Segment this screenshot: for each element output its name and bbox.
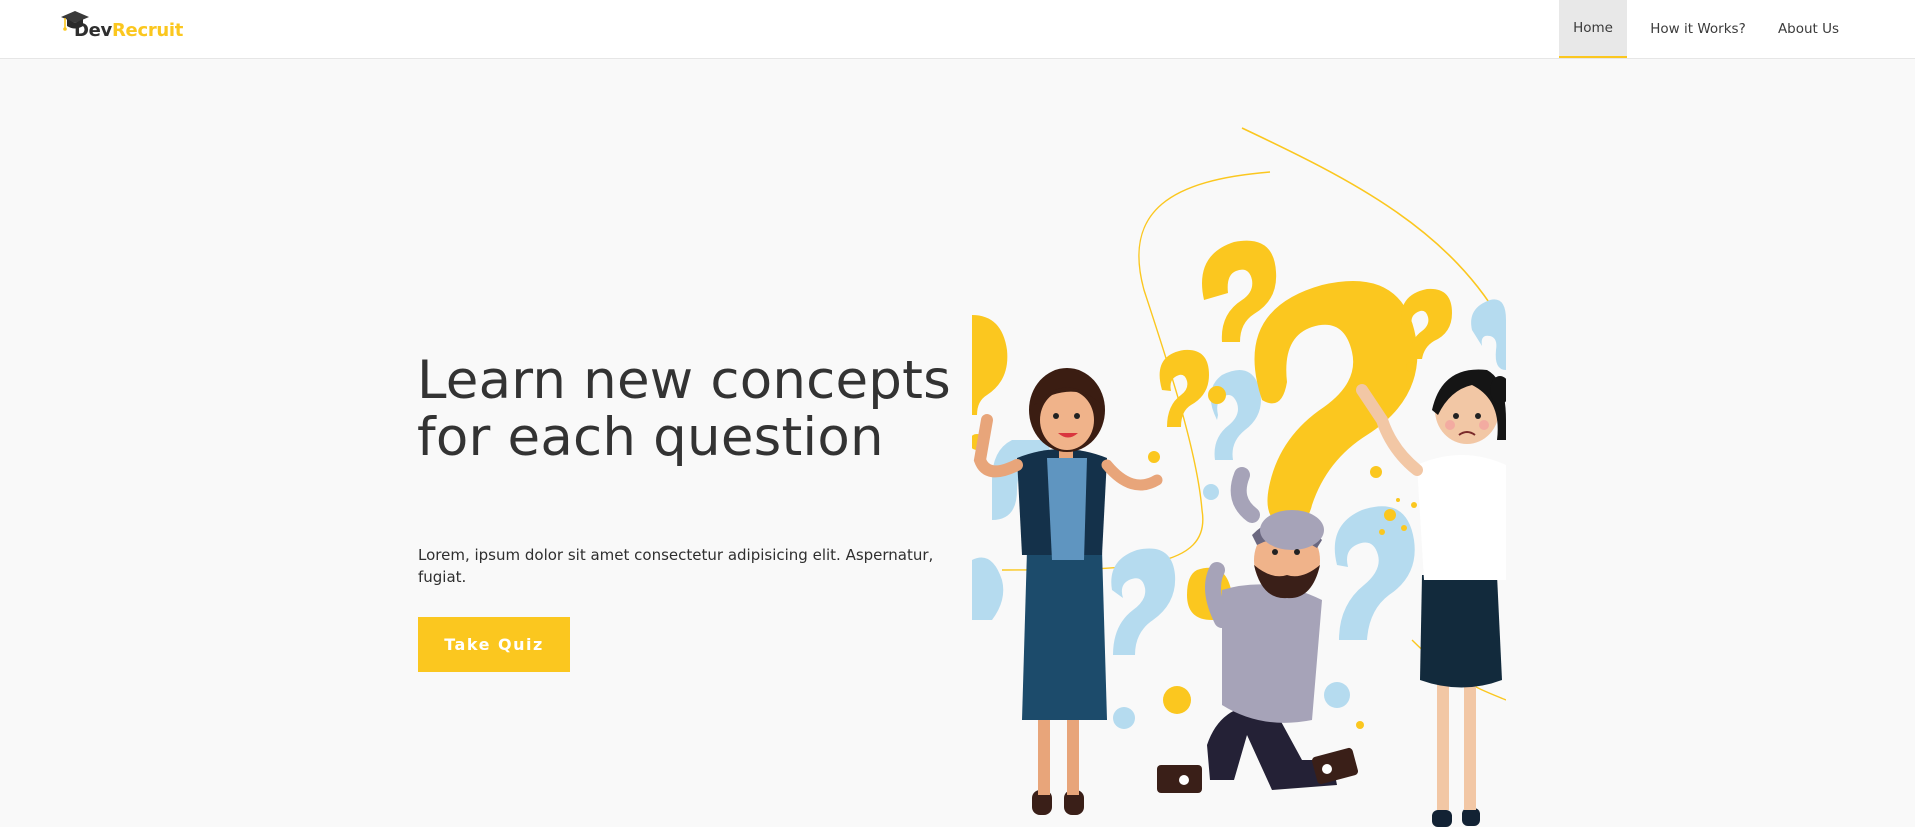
man-kneeling-figure <box>1157 467 1359 793</box>
take-quiz-button[interactable]: Take Quiz <box>418 617 570 672</box>
main-nav: Home How it Works? About Us <box>1559 0 1915 58</box>
brand-logo[interactable]: DevRecruit <box>60 8 183 48</box>
hero-title: Learn new concepts for each question <box>417 350 951 468</box>
brand-name: DevRecruit <box>74 20 183 41</box>
woman-left-figure <box>973 368 1163 815</box>
brand-name-recruit: Recruit <box>111 19 184 41</box>
nav-how-it-works-link[interactable]: How it Works? <box>1642 0 1754 58</box>
nav-about-us-link[interactable]: About Us <box>1766 0 1851 58</box>
hero-description: Lorem, ipsum dolor sit amet consectetur … <box>418 546 934 586</box>
question-people-illustration <box>972 127 1506 827</box>
nav-home-link[interactable]: Home <box>1559 0 1627 58</box>
top-navbar: DevRecruit Home How it Works? About Us <box>0 0 1915 59</box>
graduation-cap-icon <box>61 11 89 31</box>
